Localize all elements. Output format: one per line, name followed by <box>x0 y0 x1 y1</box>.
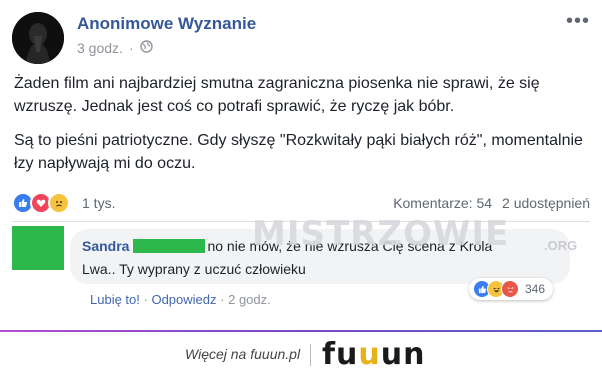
footer-separator <box>310 344 311 366</box>
footer: Więcej na fuuun.pl fuuun <box>0 332 602 374</box>
comment-time[interactable]: 2 godz. <box>228 292 271 307</box>
watermark: MISTRZOWIE <box>252 214 510 254</box>
comment-reactions[interactable]: 346 <box>469 278 554 300</box>
comment-actions: Lubię to! · Odpowiedz · 2 godz. <box>90 292 271 307</box>
post-body: Żaden film ani najbardziej smutna zagran… <box>14 72 589 186</box>
comment-line-2: Lwa.. Ty wyprany z uczuć człowieku <box>82 261 306 277</box>
engagement-counts: Komentarze: 54 2 udostępnień <box>393 195 590 211</box>
redaction-bar <box>133 239 206 253</box>
globe-icon <box>139 40 153 56</box>
angry-icon <box>501 280 519 298</box>
comment-avatar[interactable] <box>12 226 64 270</box>
footer-logo[interactable]: fuuun <box>322 337 426 372</box>
post-card: Anonimowe Wyznanie 3 godz. · ••• Żaden f… <box>0 0 602 320</box>
post-time[interactable]: 3 godz. <box>77 40 123 56</box>
reaction-icons[interactable] <box>12 192 70 214</box>
watermark-suffix: .ORG <box>544 238 578 253</box>
logo-part: un <box>380 337 426 372</box>
reaction-count[interactable]: 1 tys. <box>82 195 115 211</box>
meta-separator: · <box>128 40 134 56</box>
comment-author[interactable]: Sandra <box>82 238 129 254</box>
actions-separator: · <box>143 292 148 307</box>
post-paragraph: Żaden film ani najbardziej smutna zagran… <box>14 75 540 115</box>
comment-reaction-count: 346 <box>525 282 546 296</box>
shares-count[interactable]: 2 udostępnień <box>502 195 590 211</box>
sad-icon <box>48 192 70 214</box>
page-name-link[interactable]: Anonimowe Wyznanie <box>77 14 256 34</box>
logo-accent: u <box>358 337 381 372</box>
footer-text[interactable]: Więcej na fuuun.pl <box>185 346 300 362</box>
reactions-bar: 1 tys. Komentarze: 54 2 udostępnień <box>12 192 590 216</box>
post-meta: 3 godz. · <box>77 40 153 56</box>
logo-part: fu <box>322 337 359 372</box>
page-avatar[interactable] <box>12 12 64 64</box>
actions-separator: · <box>220 292 225 307</box>
post-paragraph: Są to pieśni patriotyczne. Gdy słyszę "R… <box>14 132 583 172</box>
comment-reply-link[interactable]: Odpowiedz <box>151 292 216 307</box>
comment-like-link[interactable]: Lubię to! <box>90 292 140 307</box>
more-dots-icon[interactable]: ••• <box>566 10 590 33</box>
comments-count[interactable]: Komentarze: 54 <box>393 195 492 211</box>
